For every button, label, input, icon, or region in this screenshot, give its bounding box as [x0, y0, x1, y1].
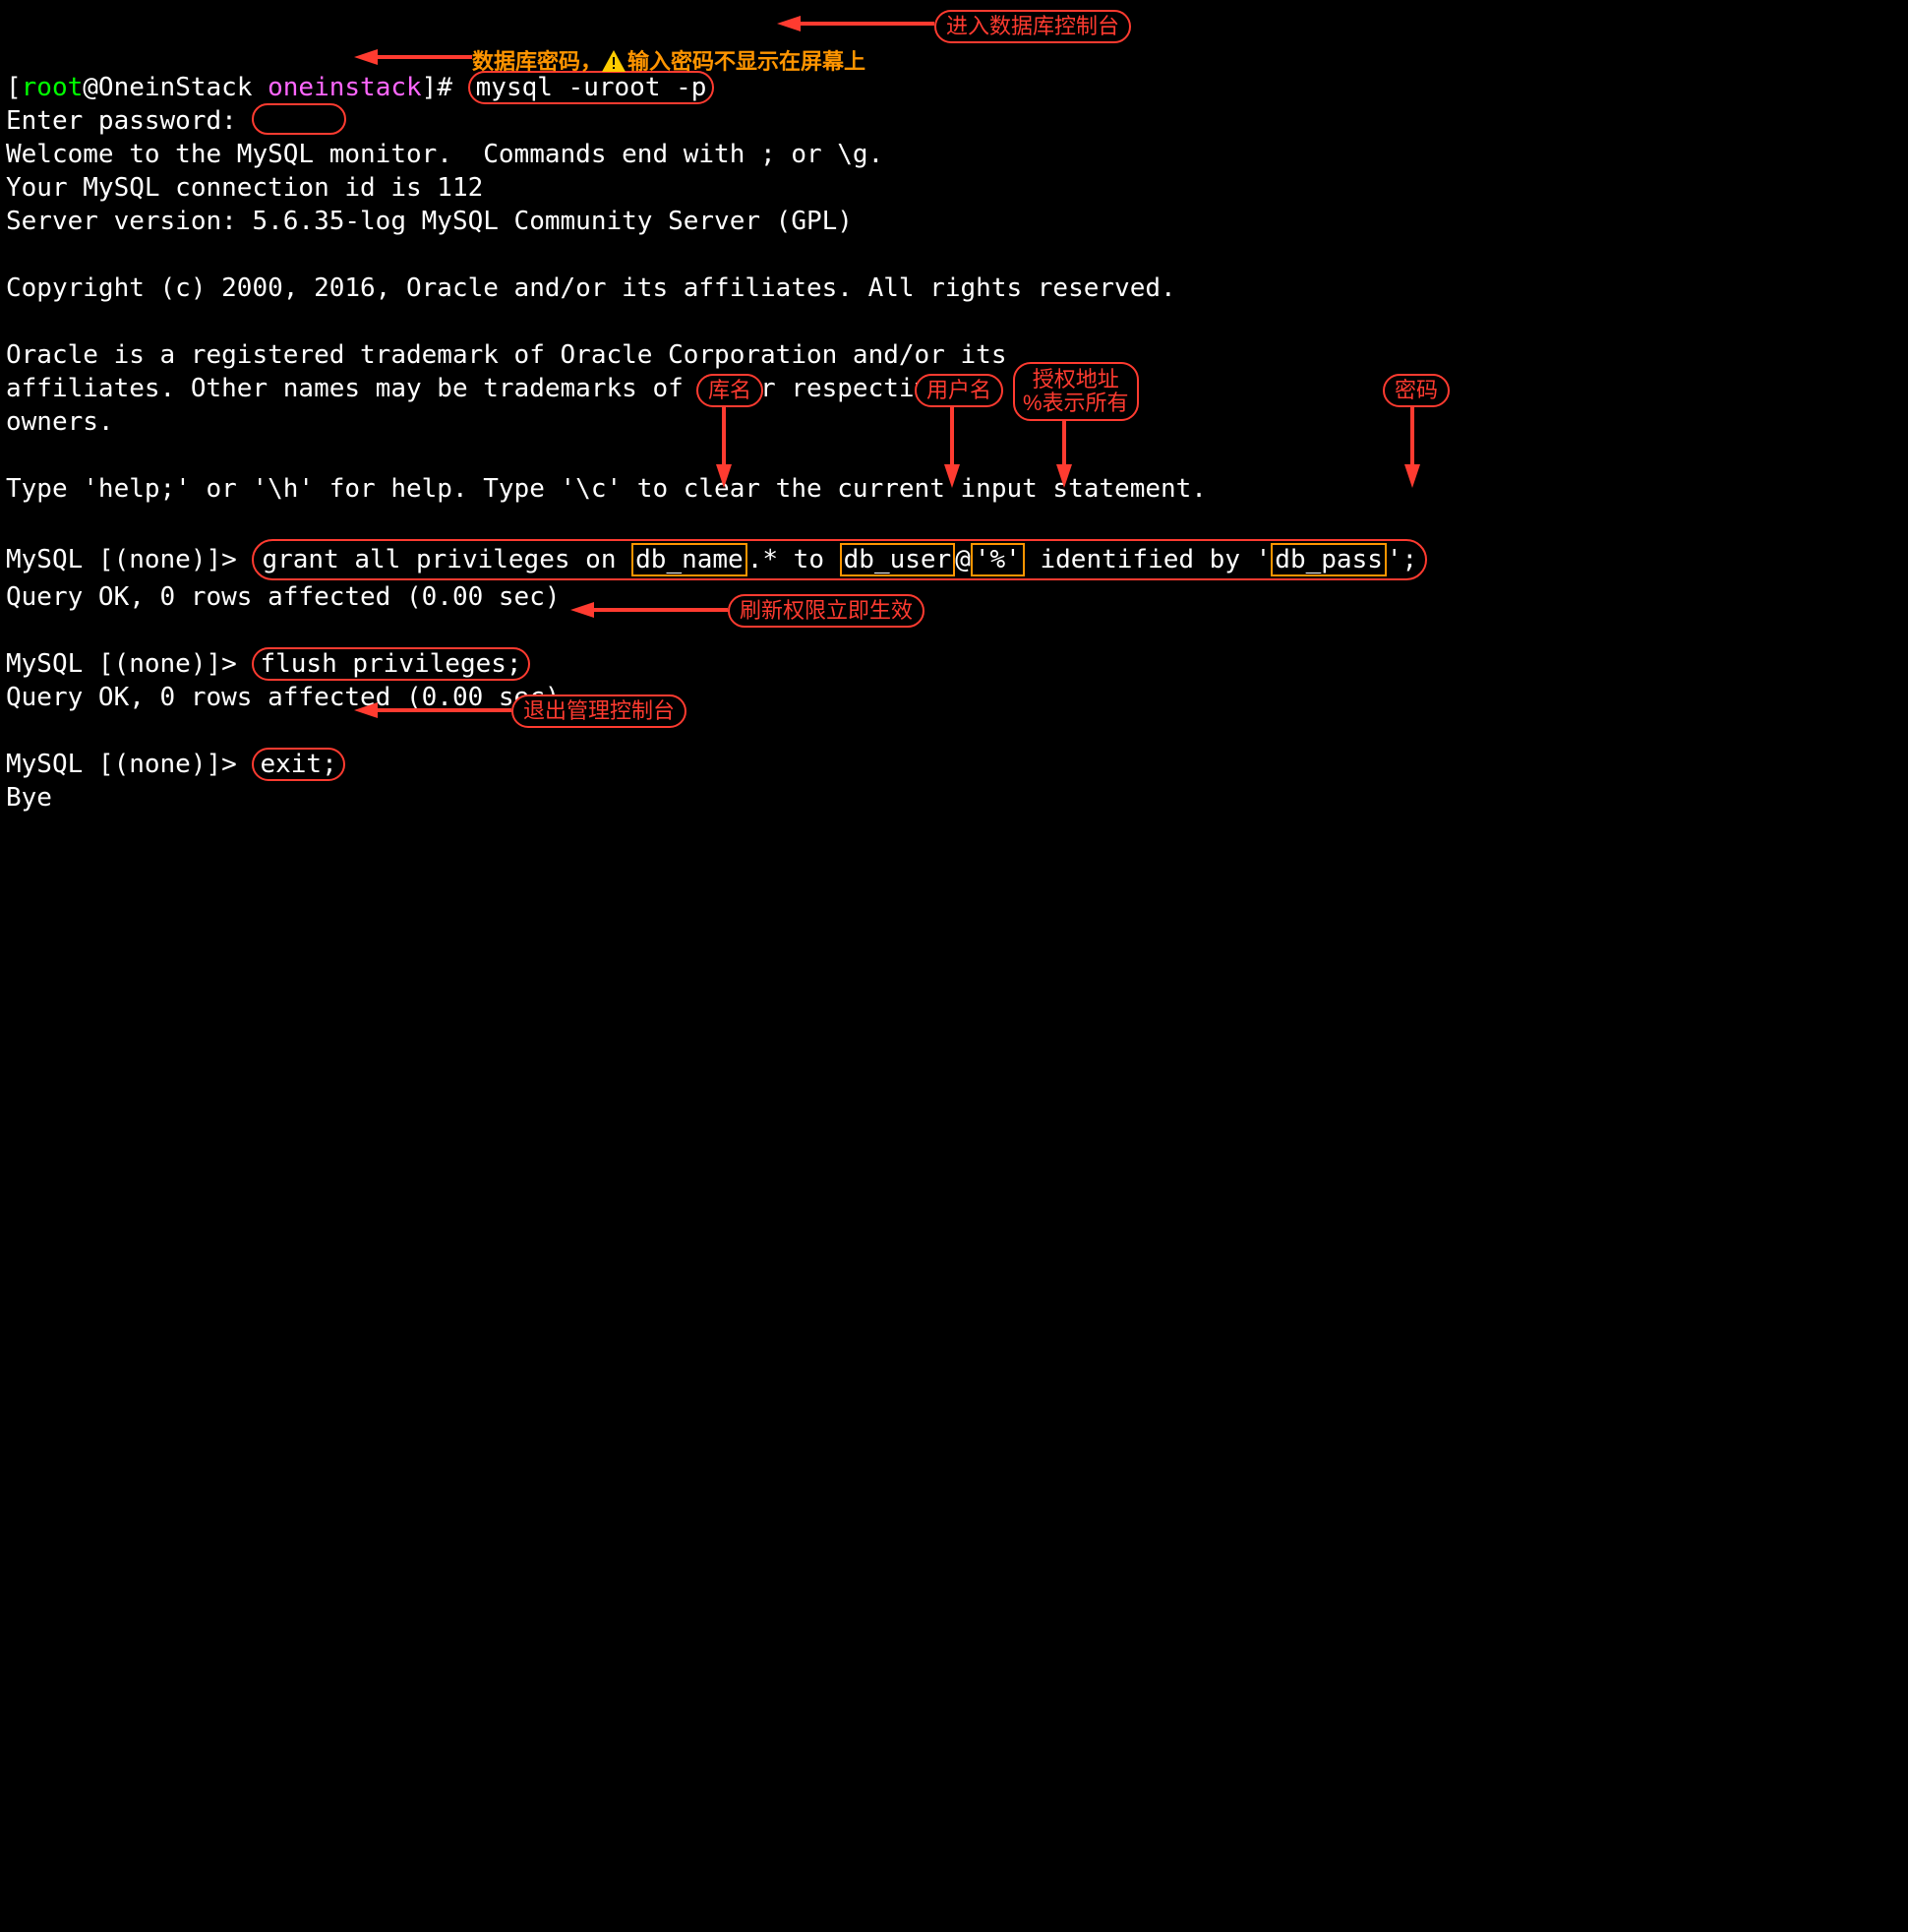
mysql-prompt: MySQL [(none)]>	[6, 649, 252, 679]
shell-prompt: [root@OneinStack oneinstack]#	[6, 73, 468, 102]
welcome-line: Welcome to the MySQL monitor. Commands e…	[6, 140, 883, 169]
welcome-line: affiliates. Other names may be trademark…	[6, 374, 945, 403]
annotation-go-console: 进入数据库控制台	[934, 10, 1131, 43]
welcome-line: Type 'help;' or '\h' for help. Type '\c'…	[6, 474, 1207, 504]
welcome-line: Your MySQL connection id is 112	[6, 173, 483, 203]
token-host: '%'	[971, 543, 1025, 576]
enter-password-label: Enter password:	[6, 106, 252, 136]
annotation-user: 用户名	[915, 374, 1003, 407]
welcome-line: Copyright (c) 2000, 2016, Oracle and/or …	[6, 273, 1176, 303]
mysql-prompt: MySQL [(none)]>	[6, 545, 252, 574]
welcome-line: owners.	[6, 407, 114, 437]
bye: Bye	[6, 783, 52, 813]
token-db-user: db_user	[840, 543, 956, 576]
annotation-db-name: 库名	[696, 374, 763, 407]
cmd-flush: flush privileges;	[252, 647, 529, 681]
token-db-name: db_name	[631, 543, 747, 576]
arrow-icon	[1402, 407, 1422, 488]
annotation-host: 授权地址%表示所有	[1013, 362, 1139, 421]
arrow-icon	[354, 47, 472, 67]
arrow-icon	[570, 600, 728, 620]
cmd-exit: exit;	[252, 748, 344, 781]
password-field-outline	[252, 103, 346, 135]
welcome-line: Server version: 5.6.35-log MySQL Communi…	[6, 207, 853, 236]
annotation-password-note: 数据库密码，输入密码不显示在屏幕上	[472, 45, 865, 79]
mysql-prompt: MySQL [(none)]>	[6, 750, 252, 779]
welcome-line: Oracle is a registered trademark of Orac…	[6, 340, 1006, 370]
warning-icon	[602, 50, 626, 72]
query-ok: Query OK, 0 rows affected (0.00 sec)	[6, 683, 561, 712]
arrow-icon	[777, 14, 934, 33]
annotation-flush: 刷新权限立即生效	[728, 594, 924, 628]
terminal: [root@OneinStack oneinstack]# mysql -uro…	[0, 0, 1908, 1932]
annotation-exit: 退出管理控制台	[511, 694, 686, 728]
query-ok: Query OK, 0 rows affected (0.00 sec)	[6, 582, 561, 612]
token-db-pass: db_pass	[1271, 543, 1387, 576]
cmd-grant: grant all privileges on db_name.* to db_…	[252, 539, 1427, 580]
annotation-pass: 密码	[1383, 374, 1450, 407]
